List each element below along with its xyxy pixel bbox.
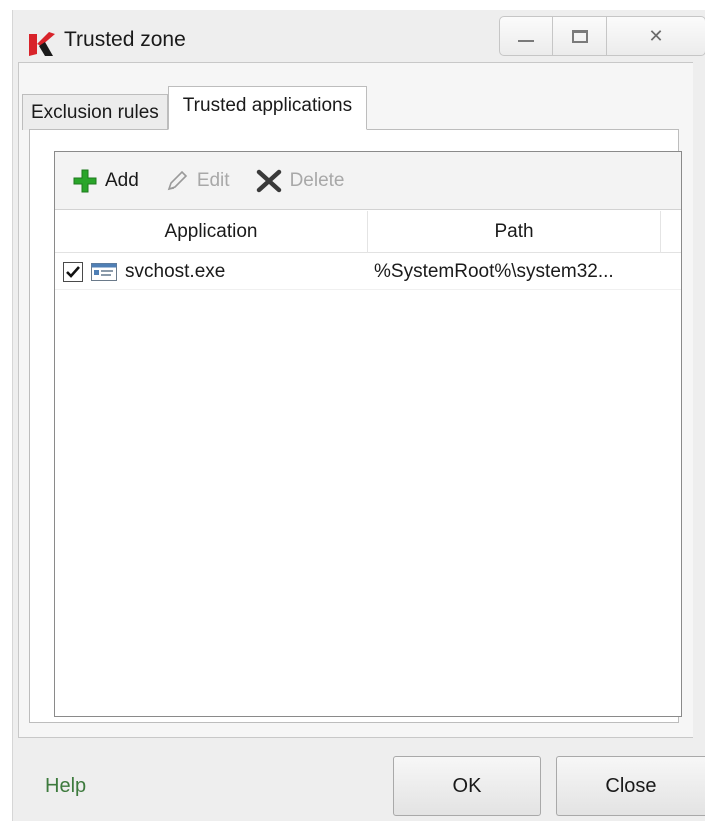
application-name: svchost.exe [125,260,226,282]
cell-application: svchost.exe [55,261,368,283]
minimize-button[interactable] [499,16,553,56]
maximize-button[interactable] [553,16,607,56]
ok-button[interactable]: OK [393,756,541,816]
edit-label: Edit [196,169,230,191]
close-icon: ✕ [648,25,664,46]
window-title: Trusted zone [64,28,186,51]
tab-exclusion-rules[interactable]: Exclusion rules [22,94,168,130]
x-delete-icon [256,169,281,192]
checkmark-icon [66,265,80,278]
window-controls: ✕ [499,16,705,56]
tab-label: Trusted applications [182,95,353,116]
edit-button[interactable]: Edit [165,169,230,193]
pencil-icon [167,170,187,190]
application-window-icon [91,262,117,281]
column-header-path[interactable]: Path [368,211,661,253]
delete-button[interactable]: Delete [256,169,345,193]
column-header-application[interactable]: Application [55,211,368,253]
help-link[interactable]: Help [45,775,86,798]
delete-label: Delete [289,169,345,191]
trusted-applications-list: Add Edit Delete Application Path svchost… [54,151,682,717]
tab-strip: Exclusion rules Trusted applications [22,86,368,130]
minimize-icon [518,40,534,42]
kaspersky-logo-icon [29,32,55,56]
tab-label: Exclusion rules [31,101,159,123]
add-label: Add [105,169,139,191]
list-toolbar: Add Edit Delete [55,152,681,210]
add-button[interactable]: Add [73,169,139,193]
maximize-icon [571,29,588,43]
row-checkbox[interactable] [63,261,83,282]
close-button[interactable]: Close [556,756,705,816]
cell-path: %SystemRoot%\system32... [374,260,614,282]
tab-trusted-applications[interactable]: Trusted applications [167,86,368,130]
table-header: Application Path [55,211,681,253]
close-window-button[interactable]: ✕ [607,16,705,56]
plus-icon [73,169,97,192]
table-row[interactable]: svchost.exe %SystemRoot%\system32... [55,254,681,290]
